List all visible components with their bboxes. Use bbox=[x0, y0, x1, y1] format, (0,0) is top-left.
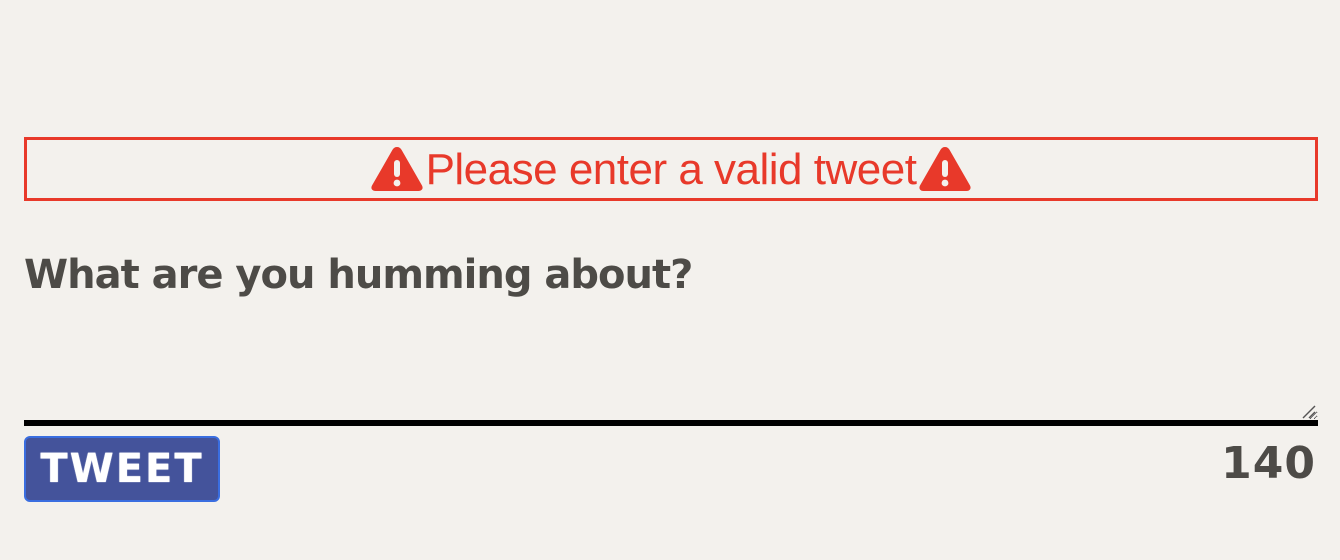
character-counter: 140 bbox=[1221, 438, 1316, 489]
warning-icon bbox=[370, 145, 424, 193]
tweet-textarea[interactable] bbox=[24, 322, 1318, 426]
error-message: Please enter a valid tweet bbox=[425, 145, 917, 194]
tweet-button[interactable]: TWEET bbox=[24, 436, 220, 502]
warning-icon bbox=[918, 145, 972, 193]
page: Please enter a valid tweet What are you … bbox=[0, 0, 1340, 560]
resize-handle-icon[interactable] bbox=[1300, 403, 1316, 419]
tweet-prompt-label: What are you humming about? bbox=[24, 252, 693, 298]
error-alert: Please enter a valid tweet bbox=[24, 137, 1318, 201]
error-alert-content: Please enter a valid tweet bbox=[370, 145, 973, 193]
